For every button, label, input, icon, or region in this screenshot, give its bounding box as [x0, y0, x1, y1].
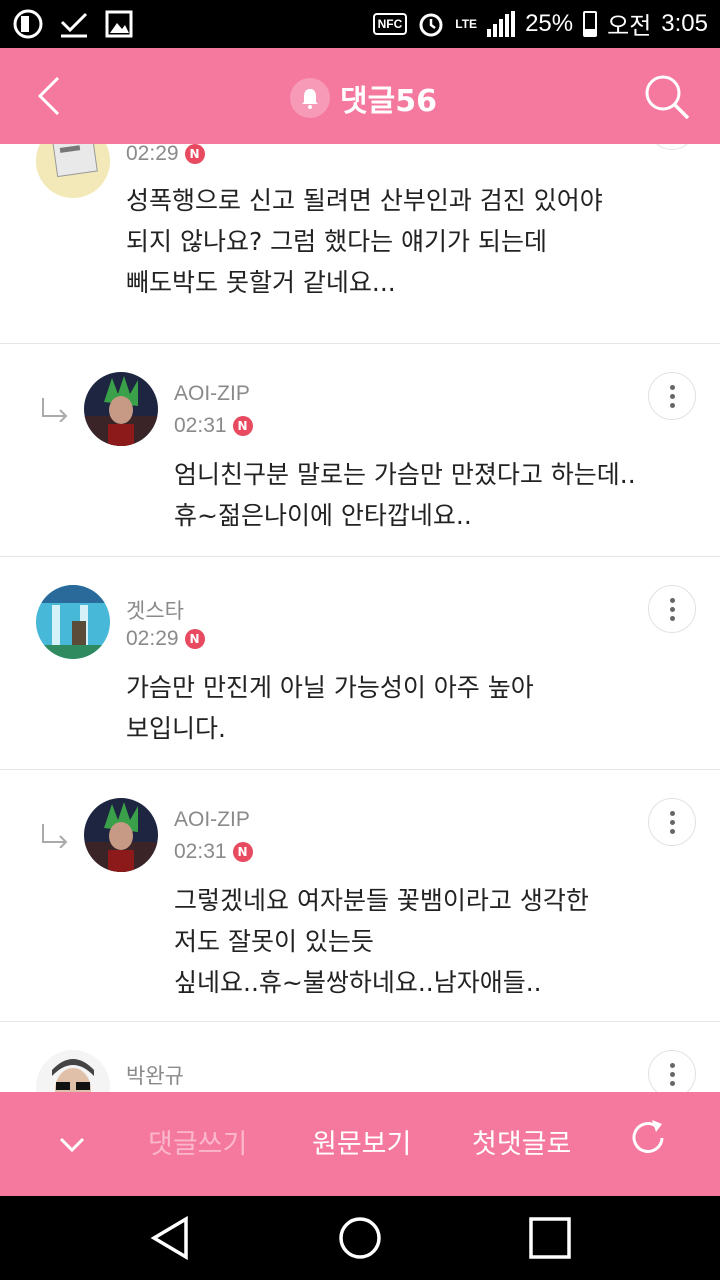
comment-time: 02:31 — [174, 840, 227, 863]
avatar[interactable] — [84, 798, 158, 872]
comment-time: 02:29 — [126, 144, 179, 165]
search-icon[interactable] — [642, 72, 692, 122]
back-icon[interactable] — [30, 74, 74, 118]
more-options-icon[interactable] — [648, 585, 696, 633]
notification-icons — [12, 8, 134, 40]
new-badge: N — [232, 842, 253, 862]
comment-text: 엄니친구분 말로는 가슴만 만졌다고 하는데.. 휴~젊은나이에 안타깝네요.. — [174, 460, 636, 530]
comment-item: AOI-ZIP 02:31 N 그렇겠네요 여자분들 꽃뱀이라고 생각한 저도 … — [0, 770, 720, 1022]
battery-percent: 25% — [525, 9, 574, 37]
first-comment-button[interactable]: 첫댓글로 — [472, 1122, 571, 1161]
comment-author[interactable]: AOI-ZIP — [174, 808, 250, 832]
comment-author[interactable]: AOI-ZIP — [174, 382, 250, 406]
u-plus-icon — [13, 9, 43, 39]
chevron-down-icon[interactable] — [58, 1130, 86, 1158]
comment-author[interactable]: 박완규 — [126, 1060, 184, 1090]
comment-time: 02:29 — [126, 627, 179, 650]
more-options-icon[interactable] — [648, 798, 696, 846]
bell-icon[interactable] — [290, 78, 330, 118]
image-icon — [105, 10, 133, 38]
avatar[interactable] — [36, 1050, 110, 1092]
signal-icon — [487, 10, 516, 37]
more-options-icon[interactable] — [648, 144, 696, 150]
comment-meta: 02:31 N — [174, 414, 253, 438]
app-header: 댓글56 — [0, 48, 720, 144]
header-title-group: 댓글56 — [290, 76, 437, 120]
battery-icon — [583, 10, 598, 37]
comment-meta: 02:31 N — [174, 840, 253, 864]
comment-text: 그렇겠네요 여자분들 꽃뱀이라고 생각한 저도 잘못이 있는듯 싶네요..휴~불… — [174, 886, 589, 997]
home-circle-icon[interactable] — [338, 1216, 382, 1260]
new-badge: N — [184, 629, 205, 649]
write-comment-button[interactable]: 댓글쓰기 — [148, 1122, 247, 1161]
comment-time: 02:31 — [174, 414, 227, 437]
lte-icon: LTE — [455, 16, 478, 31]
comment-item: 겟스타 02:29 N 가슴만 만진게 아닐 가능성이 아주 높아 보입니다. — [0, 557, 720, 770]
comment-meta: 02:29 N — [126, 627, 205, 651]
avatar[interactable] — [36, 144, 110, 198]
comment-meta: 02:29 N — [126, 144, 205, 166]
bottom-action-bar: 댓글쓰기 원문보기 첫댓글로 — [0, 1092, 720, 1196]
reply-arrow-icon — [42, 398, 68, 422]
view-original-button[interactable]: 원문보기 — [312, 1122, 411, 1161]
comment-text: 성폭행으로 신고 될려면 산부인과 검진 있어야 되지 않나요? 그럼 했다는 … — [126, 186, 603, 297]
status-bar: NFC LTE 25% 오전 3:05 — [0, 0, 720, 48]
clock-time: 3:05 — [661, 9, 708, 37]
comment-item: AOI-ZIP 02:31 N 엄니친구분 말로는 가슴만 만졌다고 하는데..… — [0, 344, 720, 557]
new-badge: N — [232, 416, 253, 436]
page-title: 댓글56 — [340, 84, 437, 119]
avatar[interactable] — [84, 372, 158, 446]
recents-square-icon[interactable] — [528, 1216, 572, 1260]
back-triangle-icon[interactable] — [150, 1216, 190, 1260]
comment-author[interactable]: 겟스타 — [126, 595, 184, 625]
refresh-icon[interactable] — [626, 1116, 670, 1160]
system-icons: NFC LTE 25% 오전 3:05 — [372, 6, 708, 41]
avatar[interactable] — [36, 585, 110, 659]
more-options-icon[interactable] — [648, 372, 696, 420]
comment-list[interactable]: 02:29 N 성폭행으로 신고 될려면 산부인과 검진 있어야 되지 않나요?… — [0, 144, 720, 1092]
more-options-icon[interactable] — [648, 1050, 696, 1092]
system-nav-bar — [0, 1196, 720, 1280]
comment-text: 가슴만 만진게 아닐 가능성이 아주 높아 보입니다. — [126, 673, 534, 743]
comment-item: 02:29 N 성폭행으로 신고 될려면 산부인과 검진 있어야 되지 않나요?… — [0, 144, 720, 344]
new-badge: N — [184, 144, 205, 164]
nfc-icon: NFC — [372, 12, 408, 35]
comment-item: 박완규 — [0, 1022, 720, 1092]
clock-ampm: 오전 — [607, 13, 652, 40]
alarm-icon — [419, 13, 443, 36]
reply-arrow-icon — [42, 824, 68, 848]
download-done-icon — [60, 12, 88, 38]
